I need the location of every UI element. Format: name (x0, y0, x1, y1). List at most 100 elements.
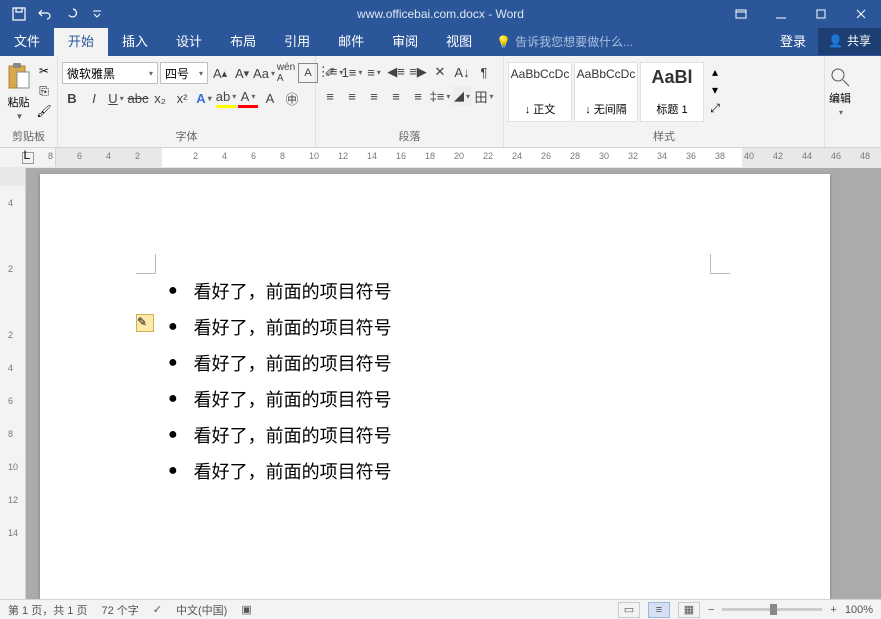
char-border-icon[interactable]: A (298, 63, 318, 83)
undo-icon[interactable] (32, 0, 58, 28)
tab-layout[interactable]: 布局 (216, 25, 270, 56)
chevron-down-icon: ▾ (199, 69, 203, 78)
style-expand-icon[interactable]: ⤢ (706, 99, 724, 117)
chevron-down-icon: ▼ (16, 112, 24, 121)
char-shading-icon[interactable]: A (260, 88, 280, 108)
highlight-icon[interactable]: ab▾ (216, 88, 236, 108)
lightbulb-icon: 💡 (496, 35, 511, 49)
margin-mark (710, 254, 730, 274)
bullet-icon: ● (168, 390, 178, 408)
bullet-icon: ● (168, 426, 178, 444)
tab-mail[interactable]: 邮件 (324, 25, 378, 56)
font-name-combo[interactable]: 微软雅黑▾ (62, 62, 158, 84)
subscript-icon[interactable]: x₂ (150, 88, 170, 108)
tab-design[interactable]: 设计 (162, 25, 216, 56)
tab-file[interactable]: 文件 (0, 25, 54, 56)
distribute-icon[interactable]: ≡ (408, 86, 428, 106)
format-painter-icon[interactable]: 🖌 (35, 102, 53, 120)
cut-icon[interactable]: ✂ (35, 62, 53, 80)
group-label-editing (829, 143, 876, 145)
status-page[interactable]: 第 1 页，共 1 页 (8, 602, 87, 618)
borders-icon[interactable]: 田▾ (474, 86, 494, 106)
search-icon (829, 66, 851, 88)
web-layout-icon[interactable]: ▦ (678, 602, 700, 618)
increase-indent-icon[interactable]: ≡▶ (408, 62, 428, 82)
phonetic-guide-icon[interactable]: wénA (276, 63, 296, 83)
list-item[interactable]: ●看好了，前面的项目符号 (168, 422, 658, 448)
minimize-icon[interactable] (761, 0, 801, 28)
save-icon[interactable] (6, 0, 32, 28)
style-normal[interactable]: AaBbCcDc↓ 正文 (508, 62, 572, 122)
tab-references[interactable]: 引用 (270, 25, 324, 56)
tab-insert[interactable]: 插入 (108, 25, 162, 56)
text-direction-icon[interactable]: ✕ (430, 62, 450, 82)
tell-me-search[interactable]: 💡告诉我您想要做什么... (486, 27, 643, 56)
list-item[interactable]: ●看好了，前面的项目符号 (168, 458, 658, 484)
tab-view[interactable]: 视图 (432, 25, 486, 56)
justify-icon[interactable]: ≡ (386, 86, 406, 106)
bullets-icon[interactable]: ⋮≡▾ (320, 62, 340, 82)
italic-icon[interactable]: I (84, 88, 104, 108)
multilevel-icon[interactable]: ≡▾ (364, 62, 384, 82)
list-item[interactable]: ●看好了，前面的项目符号 (168, 386, 658, 412)
paste-button[interactable]: 粘贴 ▼ (4, 58, 33, 121)
print-layout-icon[interactable]: ≡ (648, 602, 670, 618)
close-icon[interactable] (841, 0, 881, 28)
style-scroll-up-icon[interactable]: ▴ (706, 63, 724, 81)
style-nospacing[interactable]: AaBbCcDc↓ 无间隔 (574, 62, 638, 122)
shading-icon[interactable]: ◢▾ (452, 86, 472, 106)
read-mode-icon[interactable]: ▭ (618, 602, 640, 618)
group-label-styles: 样式 (508, 127, 820, 145)
style-gallery[interactable]: AaBbCcDc↓ 正文 AaBbCcDc↓ 无间隔 AaBl标题 1 (508, 62, 704, 122)
login-button[interactable]: 登录 (768, 25, 818, 56)
align-right-icon[interactable]: ≡ (364, 86, 384, 106)
decrease-indent-icon[interactable]: ◀≡ (386, 62, 406, 82)
sort-icon[interactable]: A↓ (452, 62, 472, 82)
show-marks-icon[interactable]: ¶ (474, 62, 494, 82)
zoom-in-icon[interactable]: + (830, 604, 836, 616)
grow-font-icon[interactable]: A▴ (210, 63, 230, 83)
style-heading1[interactable]: AaBl标题 1 (640, 62, 704, 122)
zoom-level[interactable]: 100% (845, 604, 873, 616)
superscript-icon[interactable]: x² (172, 88, 192, 108)
list-item[interactable]: ●看好了，前面的项目符号 (168, 278, 658, 304)
text-effects-icon[interactable]: A▾ (194, 88, 214, 108)
shrink-font-icon[interactable]: A▾ (232, 63, 252, 83)
bullet-icon: ● (168, 354, 178, 372)
ribbon-display-icon[interactable] (721, 0, 761, 28)
font-size-combo[interactable]: 四号▾ (160, 62, 208, 84)
numbering-icon[interactable]: 1≡▾ (342, 62, 362, 82)
line-spacing-icon[interactable]: ‡≡▾ (430, 86, 450, 106)
list-item[interactable]: ●看好了，前面的项目符号 (168, 314, 658, 340)
zoom-out-icon[interactable]: − (708, 604, 714, 616)
status-language[interactable]: 中文(中国) (176, 602, 227, 618)
share-button[interactable]: 👤共享 (818, 26, 881, 55)
person-icon: 👤 (828, 34, 843, 48)
align-left-icon[interactable]: ≡ (320, 86, 340, 106)
bold-icon[interactable]: B (62, 88, 82, 108)
change-case-icon[interactable]: Aa▾ (254, 63, 274, 83)
editing-button[interactable]: 编辑 ▾ (829, 58, 851, 117)
redo-icon[interactable] (58, 0, 84, 28)
spellcheck-icon[interactable]: ✓ (153, 603, 162, 616)
vertical-ruler[interactable]: 4 2 2 4 6 8 10 12 14 (0, 168, 26, 599)
qat-customize-icon[interactable] (84, 0, 110, 28)
zoom-slider[interactable] (722, 608, 822, 611)
bullet-icon: ● (168, 318, 178, 336)
comment-icon[interactable]: ✎ (136, 314, 154, 332)
status-words[interactable]: 72 个字 (101, 602, 138, 618)
font-color-icon[interactable]: A▾ (238, 88, 258, 108)
tab-review[interactable]: 审阅 (378, 25, 432, 56)
horizontal-ruler[interactable]: 8642246810121416182022242628303234363840… (56, 148, 881, 167)
align-center-icon[interactable]: ≡ (342, 86, 362, 106)
copy-icon[interactable]: ⎘ (35, 82, 53, 100)
style-scroll-down-icon[interactable]: ▾ (706, 81, 724, 99)
document-page[interactable]: ✎ ●看好了，前面的项目符号 ●看好了，前面的项目符号 ●看好了，前面的项目符号… (40, 174, 830, 599)
tab-home[interactable]: 开始 (54, 25, 108, 56)
maximize-icon[interactable] (801, 0, 841, 28)
strike-icon[interactable]: abc (128, 88, 148, 108)
list-item[interactable]: ●看好了，前面的项目符号 (168, 350, 658, 376)
enclose-char-icon[interactable]: ㊥ (282, 88, 302, 108)
underline-icon[interactable]: U▾ (106, 88, 126, 108)
macro-icon[interactable]: ▣ (241, 603, 251, 616)
